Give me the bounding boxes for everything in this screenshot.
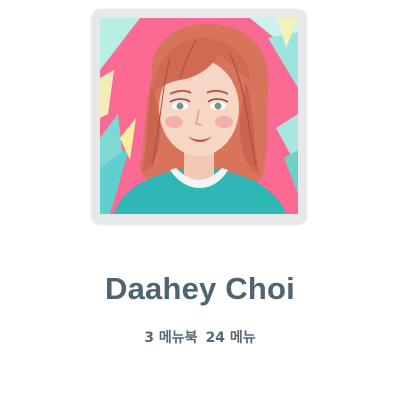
profile-stats: 3 메뉴북 24 메뉴 xyxy=(0,327,400,347)
avatar-illustration xyxy=(100,18,298,214)
stat-menubooks[interactable]: 3 메뉴북 xyxy=(144,330,197,346)
stat-menubooks-label: 메뉴북 xyxy=(158,330,198,346)
stat-menus-count: 24 xyxy=(205,330,226,346)
avatar-frame xyxy=(92,9,306,223)
avatar[interactable] xyxy=(100,18,298,214)
profile-name: Daahey Choi xyxy=(105,271,295,306)
stat-menus-label: 메뉴 xyxy=(229,330,256,346)
profile-card: Daahey Choi 3 메뉴북 24 메뉴 xyxy=(0,0,400,400)
stat-menubooks-count: 3 xyxy=(144,330,155,346)
stat-menus[interactable]: 24 메뉴 xyxy=(206,330,256,346)
